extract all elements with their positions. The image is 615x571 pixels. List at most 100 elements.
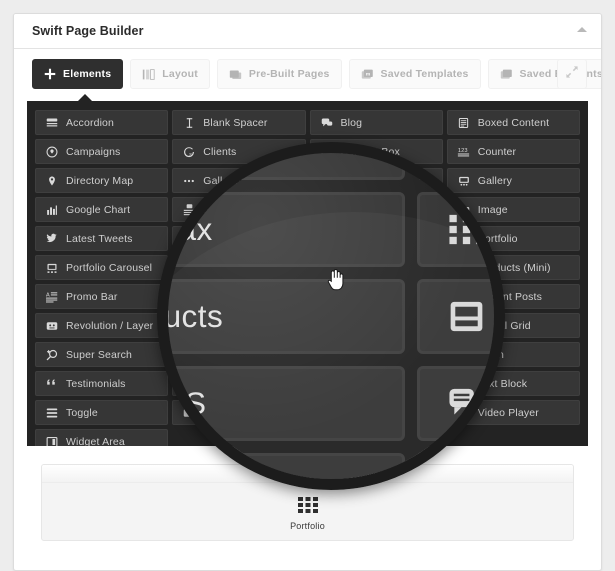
toolbar-tab-layout[interactable]: Layout: [130, 59, 210, 89]
page-title: Swift Page Builder: [32, 24, 144, 38]
toolbar-tab-label: Elements: [63, 68, 112, 80]
element-item-latest-tweets[interactable]: Latest Tweets: [35, 226, 169, 251]
element-item-social-grid[interactable]: Social Grid: [309, 313, 443, 338]
element-item-products-mini[interactable]: Products (Mini): [309, 255, 443, 280]
element-item-google-chart[interactable]: Google Chart: [35, 197, 169, 222]
element-item-label: Text Block: [477, 377, 528, 390]
svg-text:m: m: [365, 72, 370, 77]
builder-toolbar: Elements Layout Pre-Built Pages m Saved Temp…: [14, 49, 601, 101]
element-item-products-mini[interactable]: Products (Mini): [446, 255, 580, 280]
testimonials-slider-icon: [182, 378, 196, 390]
element-item-label: Content Box: [340, 145, 400, 158]
element-item-recent-posts[interactable]: Recent Posts: [446, 284, 580, 309]
text-block-icon: [457, 378, 471, 390]
element-item-testimonials-slider[interactable]: Testimonials Slider: [172, 371, 306, 396]
element-item-team[interactable]: Team: [309, 342, 443, 367]
elements-drawer: Accordion Blank Spacer Blog Boxed Content Ca…: [27, 101, 588, 446]
element-item-video-player[interactable]: Video Player: [309, 400, 443, 425]
element-item-widget-area[interactable]: Widget Area: [35, 429, 169, 446]
plus-icon: [44, 68, 56, 80]
svg-text:s: s: [190, 152, 193, 158]
element-item-label: Latest Tweets: [66, 232, 133, 245]
element-item-accordion[interactable]: Accordion: [35, 110, 169, 135]
element-item-team[interactable]: Team: [446, 342, 580, 367]
map-pin-icon: [45, 175, 59, 187]
element-item-label: Icon Box: [203, 203, 246, 216]
element-item-label: Google Chart: [66, 203, 131, 216]
element-item-label: Portfolio: [340, 232, 381, 245]
element-item-image[interactable]: Image: [309, 197, 443, 222]
element-item-tabs[interactable]: Tabs: [172, 342, 306, 367]
element-item-gallery[interactable]: Gallery: [446, 168, 580, 193]
chevron-up-icon[interactable]: [577, 27, 587, 32]
svg-text:js: js: [186, 295, 191, 301]
element-item-galleries[interactable]: Galleries: [172, 168, 306, 193]
search-plus-icon: [45, 349, 59, 361]
element-item-blog[interactable]: Blog: [309, 110, 443, 135]
page-builder-panel: Swift Page Builder Elements Layout Pre-Bui…: [13, 13, 602, 571]
element-item-label: Recent Posts: [477, 290, 542, 303]
element-item-blank-spacer[interactable]: Blank Spacer: [172, 110, 306, 135]
element-item-counter[interactable]: 123 Counter: [446, 139, 580, 164]
content-row-card[interactable]: Portfolio: [41, 464, 574, 541]
expand-arrows-icon: [566, 65, 578, 83]
element-item-video-player[interactable]: Video Player: [446, 400, 580, 425]
element-item-text-block[interactable]: Text Block: [446, 371, 580, 396]
element-item-products[interactable]: Products: [172, 255, 306, 280]
recent-posts2-icon: [457, 291, 471, 303]
element-item-super-search[interactable]: Super Search: [35, 342, 169, 367]
element-item-video[interactable]: Video: [172, 400, 306, 425]
element-item-campaigns[interactable]: Campaigns: [35, 139, 169, 164]
element-item-revolution-layer[interactable]: Revolution / Layer: [35, 313, 169, 338]
toolbar-tab-elements[interactable]: Elements: [32, 59, 124, 89]
element-item-label: Testimonials: [66, 377, 126, 390]
element-item-sitemap[interactable]: Sitemap: [172, 313, 306, 338]
element-item-label: Directory Map: [66, 174, 134, 187]
element-item-clients[interactable]: s Clients: [172, 139, 306, 164]
counter-123-icon: 123: [457, 146, 471, 158]
toolbar-tab-pre-built-pages[interactable]: Pre-Built Pages: [216, 59, 342, 89]
element-item-directory-map[interactable]: Directory Map: [35, 168, 169, 193]
grid-empty-slot: [447, 429, 580, 446]
element-item-portfolio[interactable]: Portfolio: [446, 226, 580, 251]
toolbar-tab-saved-templates[interactable]: m Saved Templates: [348, 59, 481, 89]
content-row-body: Portfolio: [42, 483, 573, 540]
grid-empty-slot: [172, 429, 305, 446]
element-item-label: Blank Spacer: [203, 116, 268, 129]
expand-fullscreen-button[interactable]: [557, 59, 587, 89]
element-item-label: Testimonials Slider: [203, 377, 294, 390]
svg-text:123: 123: [458, 148, 468, 154]
element-item-label: Text Block: [340, 377, 390, 390]
element-item-label: Gallery Carousel: [340, 174, 422, 187]
element-item-boxed-content[interactable]: Boxed Content: [446, 110, 580, 135]
element-item-portfolio-carousel[interactable]: Portfolio Carousel: [35, 255, 169, 280]
toggle-lines-icon: [45, 407, 59, 419]
social-grid2-icon: [457, 320, 471, 332]
element-item-icon-box[interactable]: Icon Box: [172, 197, 306, 222]
element-item-label: Counter: [477, 145, 517, 158]
element-item-image[interactable]: Image: [446, 197, 580, 222]
element-item-label: Clients: [203, 145, 237, 158]
lightbulb-icon: [45, 146, 59, 158]
element-item-label: Sitemap: [203, 319, 243, 332]
element-item-portfolio[interactable]: Portfolio: [309, 226, 443, 251]
element-item-label: Portfolio Carousel: [66, 261, 153, 274]
element-item-gallery-carousel[interactable]: Gallery Carousel: [309, 168, 443, 193]
element-item-label: Accordion: [66, 116, 115, 129]
element-item-promo-bar[interactable]: A Promo Bar: [35, 284, 169, 309]
video-player-icon: [320, 407, 334, 419]
boxed-content-icon: [457, 117, 471, 129]
element-item-testimonials[interactable]: Testimonials: [35, 371, 169, 396]
element-item-social-grid[interactable]: Social Grid: [446, 313, 580, 338]
element-item-label: Portfolio: [477, 232, 518, 245]
element-item-raw-js[interactable]: js Raw JS: [172, 284, 306, 309]
element-item-text-block[interactable]: a Text Block: [309, 371, 443, 396]
comments-icon: [320, 117, 334, 129]
element-item-label: Promo Bar: [66, 290, 118, 303]
element-item-content-box[interactable]: Content Box: [309, 139, 443, 164]
element-item-label: Gallery: [477, 174, 513, 187]
element-item-recent-posts[interactable]: Recent Posts: [309, 284, 443, 309]
element-item-parallax[interactable]: Parallax: [172, 226, 306, 251]
drawer-pointer: [77, 94, 93, 102]
element-item-toggle[interactable]: Toggle: [35, 400, 169, 425]
